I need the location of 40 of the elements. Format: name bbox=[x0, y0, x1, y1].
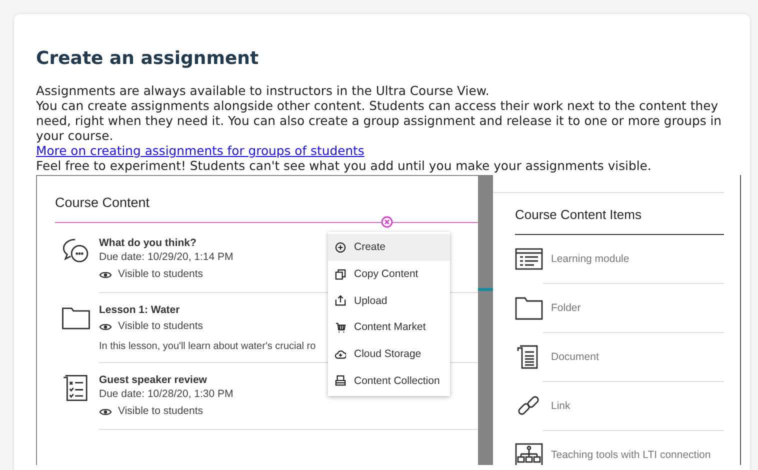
menu-item[interactable]: Content Collection bbox=[328, 367, 450, 394]
menu-item[interactable]: Create bbox=[328, 234, 450, 261]
eye-icon[interactable] bbox=[99, 406, 112, 416]
menu-item[interactable]: Upload bbox=[328, 287, 450, 314]
close-icon[interactable] bbox=[381, 216, 393, 228]
panel-title: Course Content bbox=[55, 195, 151, 210]
page-heading: Create an assignment bbox=[36, 48, 260, 69]
cart-icon bbox=[335, 322, 346, 333]
menu-item[interactable]: Cloud Storage bbox=[328, 340, 450, 368]
content-type-label[interactable]: Link bbox=[551, 400, 570, 412]
visibility-label: Visible to students bbox=[118, 404, 204, 419]
panel-title: Course Content Items bbox=[515, 192, 724, 235]
paragraph: Feel free to experiment! Students can't see what you add until you make your assignments visible. bbox=[36, 158, 652, 173]
content-type-label[interactable]: Learning module bbox=[551, 253, 630, 265]
due-date: Due date: 10/28/20, 1:30 PM bbox=[99, 387, 234, 402]
due-date: Due date: 10/29/20, 1:14 PM bbox=[99, 250, 234, 265]
content-type-label[interactable]: Teaching tools with LTI connection bbox=[551, 449, 711, 461]
list-window-icon bbox=[515, 247, 543, 271]
visibility-label: Visible to students bbox=[118, 267, 204, 282]
eye-icon[interactable] bbox=[99, 270, 112, 280]
cloud-icon bbox=[335, 348, 346, 360]
network-icon bbox=[515, 443, 543, 465]
groups-link[interactable]: More on creating assignments for groups of students bbox=[36, 143, 728, 158]
archive-icon bbox=[335, 375, 346, 386]
menu-item[interactable]: Content Market bbox=[328, 314, 450, 341]
visibility-label: Visible to students bbox=[118, 319, 204, 334]
content-type-label[interactable]: Document bbox=[551, 351, 599, 363]
menu-item[interactable]: Copy Content bbox=[328, 260, 450, 288]
copy-icon bbox=[335, 268, 346, 280]
item-title[interactable]: What do you think? bbox=[99, 236, 196, 250]
paragraph: Assignments are always available to instructors in the Ultra Course View. bbox=[36, 83, 490, 98]
item-title[interactable]: Guest speaker review bbox=[99, 373, 207, 387]
eye-icon[interactable] bbox=[99, 322, 112, 332]
folder-icon bbox=[515, 296, 543, 320]
item-title[interactable]: Lesson 1: Water bbox=[99, 303, 180, 317]
content-type-label[interactable]: Folder bbox=[551, 302, 581, 314]
upload-icon bbox=[335, 295, 346, 306]
item-description: In this lesson, you'll learn about water's crucial ro bbox=[99, 341, 316, 352]
paragraph: You can create assignments alongside other content. Students can access their work next to the content they need, right when they need it. You can also create a group assignment and release it to one or more groups in your course. bbox=[36, 98, 723, 143]
plus-circle-icon bbox=[335, 242, 346, 253]
